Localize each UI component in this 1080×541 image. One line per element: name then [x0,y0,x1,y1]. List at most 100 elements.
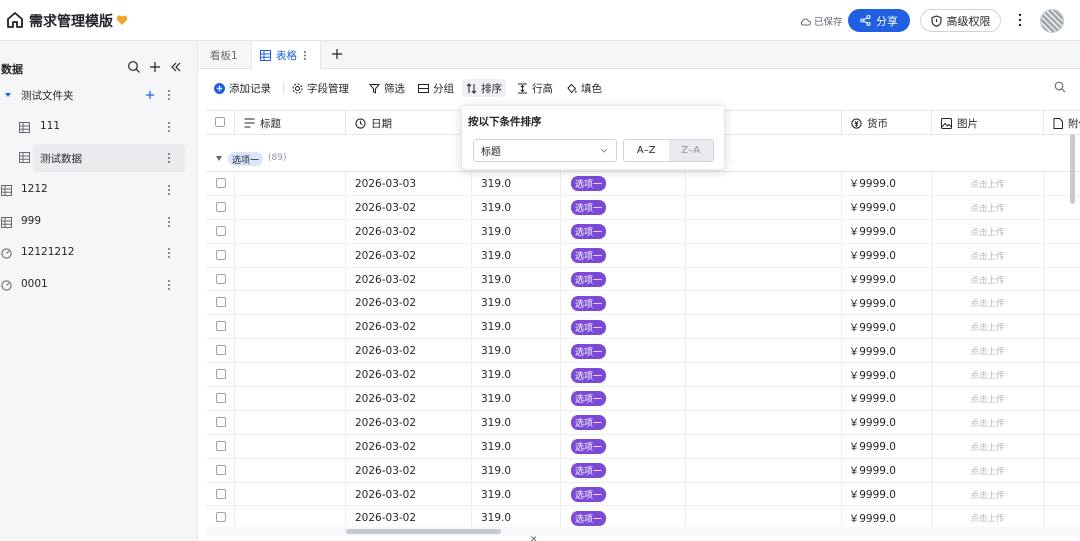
table-row[interactable]: 2026-03-02 319.0 选项一 ￥9999.0 点击上传 [206,363,1080,388]
sidebar-item-0001[interactable]: 0001 [0,271,198,299]
more-vertical-icon[interactable] [166,247,172,259]
column-header-attachment[interactable]: 附件 [1044,111,1080,135]
attachment-cell[interactable] [1044,291,1080,315]
currency-cell[interactable]: ￥9999.0 [842,243,932,268]
empty-cell[interactable] [686,363,842,388]
table-row[interactable]: 2026-03-02 319.0 选项一 ￥9999.0 点击上传 [206,410,1080,435]
row-checkbox[interactable] [216,297,226,308]
row-checkbox[interactable] [216,201,226,212]
date-cell[interactable]: 2026-03-02 [346,363,472,388]
currency-cell[interactable]: ￥9999.0 [842,267,932,292]
currency-cell[interactable]: ￥9999.0 [842,458,932,483]
row-checkbox[interactable] [216,488,226,499]
number-cell[interactable]: 319.0 [472,458,561,483]
currency-cell[interactable]: ￥9999.0 [842,482,932,507]
sidebar-item-999[interactable]: 999 [0,208,198,236]
image-cell[interactable]: 点击上传 [932,219,1044,244]
more-vertical-icon[interactable] [302,50,308,61]
upload-link[interactable]: 点击上传 [970,250,1004,262]
more-vertical-icon[interactable] [1014,12,1026,28]
empty-cell[interactable] [686,458,842,483]
table-row[interactable]: 2026-03-02 319.0 选项一 ￥9999.0 点击上传 [206,195,1080,220]
row-checkbox[interactable] [216,178,226,188]
title-cell[interactable] [235,458,346,483]
number-cell[interactable]: 319.0 [472,172,561,196]
option-cell[interactable]: 选项一 [561,195,686,220]
field-manage-button[interactable]: 字段管理 [292,79,349,97]
option-cell[interactable]: 选项一 [561,219,686,244]
image-cell[interactable]: 点击上传 [932,363,1044,388]
heart-icon[interactable] [116,14,128,26]
row-select-cell[interactable] [206,363,235,388]
row-checkbox[interactable] [216,440,226,451]
currency-cell[interactable]: ￥9999.0 [842,315,932,340]
row-select-cell[interactable] [206,291,235,316]
row-select-cell[interactable] [206,458,235,483]
currency-cell[interactable]: ￥9999.0 [842,434,932,459]
upload-link[interactable]: 点击上传 [970,321,1004,333]
currency-cell[interactable]: ￥9999.0 [842,410,932,435]
option-cell[interactable]: 选项一 [561,267,686,292]
attachment-cell[interactable] [1044,363,1080,387]
number-cell[interactable]: 319.0 [472,387,561,411]
currency-cell[interactable]: ￥9999.0 [842,219,932,244]
row-checkbox[interactable] [216,225,226,236]
add-record-button[interactable]: 添加记录 [214,79,271,97]
row-checkbox[interactable] [216,321,226,332]
number-cell[interactable]: 319.0 [472,195,561,220]
option-cell[interactable]: 选项一 [561,482,686,507]
home-icon[interactable] [6,11,24,29]
upload-link[interactable]: 点击上传 [970,297,1004,309]
image-cell[interactable]: 点击上传 [932,410,1044,435]
sidebar-item-1212[interactable]: 1212 [0,176,198,204]
currency-cell[interactable]: ￥9999.0 [842,339,932,364]
table-row[interactable]: 2026-03-02 319.0 选项一 ￥9999.0 点击上传 [206,339,1080,364]
number-cell[interactable]: 319.0 [472,291,561,316]
upload-link[interactable]: 点击上传 [970,465,1004,477]
date-cell[interactable]: 2026-03-02 [346,482,472,507]
date-cell[interactable]: 2026-03-02 [346,219,472,244]
option-cell[interactable]: 选项一 [561,172,686,196]
empty-cell[interactable] [686,267,842,292]
option-cell[interactable]: 选项一 [561,339,686,364]
title-cell[interactable] [235,291,346,316]
row-select-cell[interactable] [206,172,235,196]
sort-asc-button[interactable]: A–Z [624,140,669,161]
attachment-cell[interactable] [1044,483,1080,507]
number-cell[interactable]: 319.0 [472,267,561,292]
row-checkbox[interactable] [216,416,226,427]
date-cell[interactable]: 2026-03-02 [346,291,472,316]
upload-link[interactable]: 点击上传 [970,441,1004,453]
column-header-image[interactable]: 图片 [932,111,1044,135]
date-cell[interactable]: 2026-03-02 [346,195,472,220]
collapse-sidebar-icon[interactable] [169,60,183,74]
title-cell[interactable] [235,243,346,268]
more-vertical-icon[interactable] [166,89,172,101]
currency-cell[interactable]: ￥9999.0 [842,291,932,316]
title-cell[interactable] [235,267,346,292]
collapse-caret-icon[interactable] [216,156,222,161]
title-cell[interactable] [235,482,346,507]
currency-cell[interactable]: ￥9999.0 [842,387,932,411]
upload-link[interactable]: 点击上传 [970,417,1004,429]
sort-field-select[interactable]: 标题 [473,139,617,162]
advanced-permission-button[interactable]: 高级权限 [920,9,1001,32]
empty-cell[interactable] [686,410,842,435]
option-cell[interactable]: 选项一 [561,363,686,388]
attachment-cell[interactable] [1044,435,1080,459]
image-cell[interactable]: 点击上传 [932,315,1044,340]
option-cell[interactable]: 选项一 [561,291,686,316]
empty-cell[interactable] [686,195,842,220]
tab-kanban[interactable]: 看板1 [210,41,238,69]
table-row[interactable]: 2026-03-02 319.0 选项一 ￥9999.0 点击上传 [206,219,1080,244]
image-cell[interactable]: 点击上传 [932,458,1044,483]
attachment-cell[interactable] [1044,315,1080,339]
row-select-cell[interactable] [206,315,235,340]
row-select-cell[interactable] [206,195,235,220]
image-cell[interactable]: 点击上传 [932,243,1044,268]
empty-cell[interactable] [686,315,842,340]
row-checkbox[interactable] [216,345,226,356]
more-vertical-icon[interactable] [166,121,172,133]
title-cell[interactable] [235,410,346,435]
date-cell[interactable]: 2026-03-02 [346,387,472,411]
